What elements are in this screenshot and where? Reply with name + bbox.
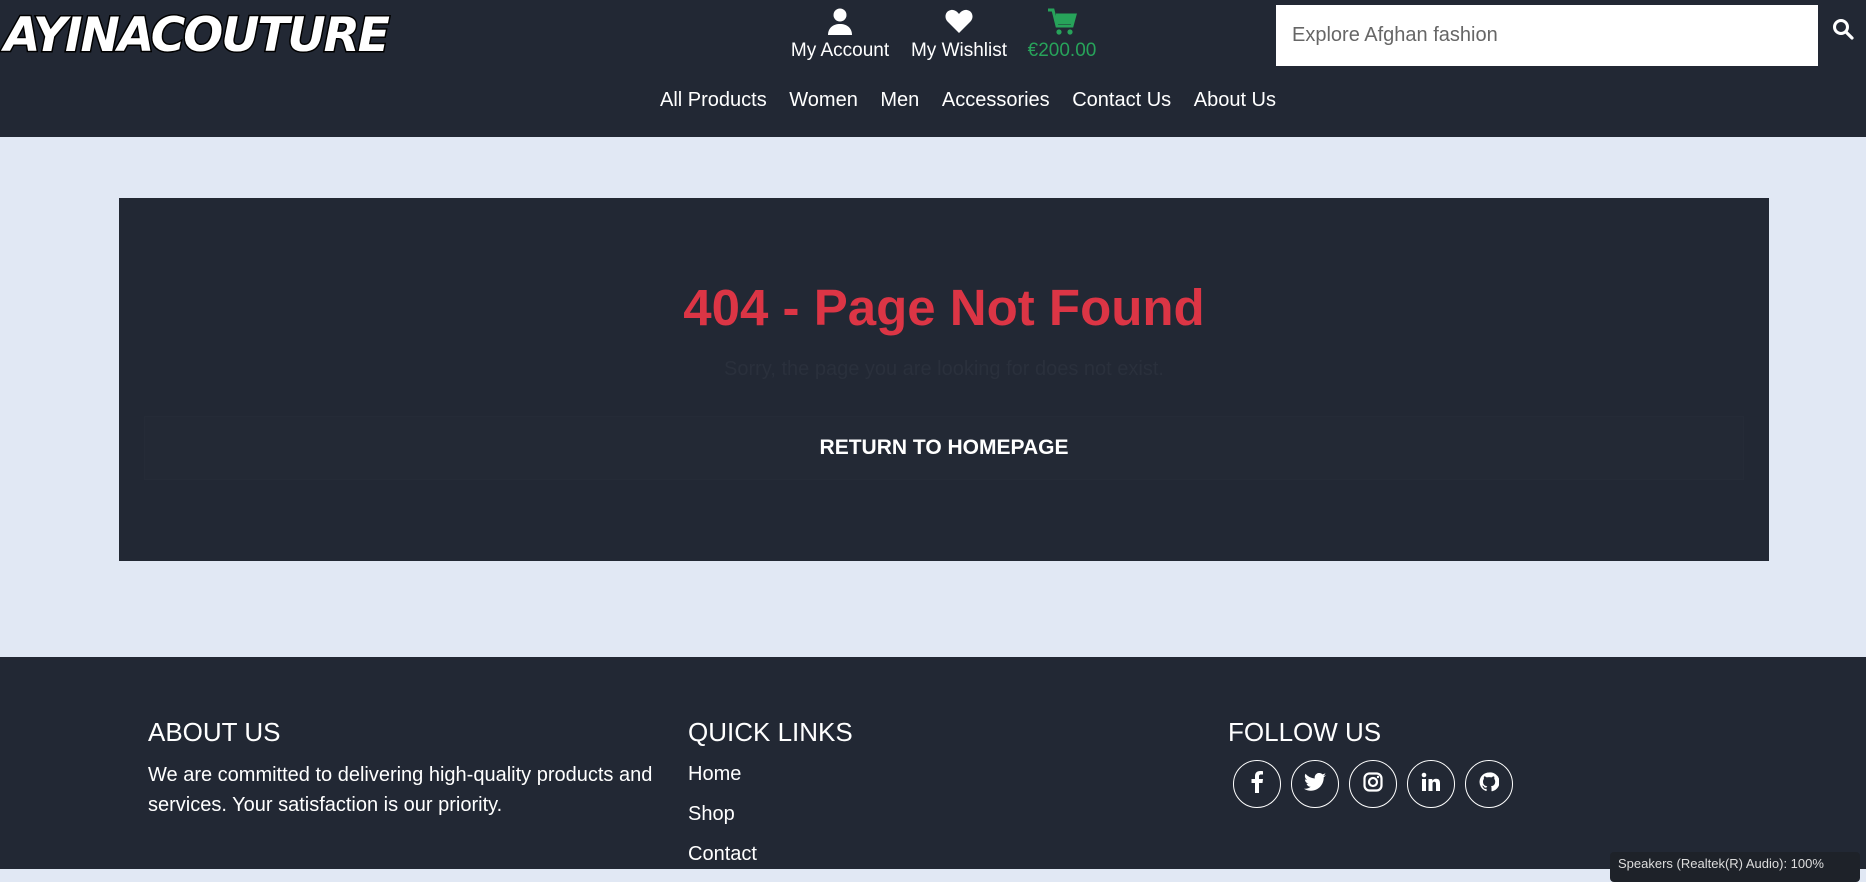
my-account-link[interactable]: My Account [785,8,895,62]
search-icon [1832,19,1854,44]
site-footer: ABOUT US We are committed to delivering … [0,657,1866,869]
github-icon [1479,771,1500,797]
twitter-button[interactable] [1291,760,1339,808]
error-title: 404 - Page Not Found [683,279,1205,336]
volume-tooltip: Speakers (Realtek(R) Audio): 100% [1610,852,1860,882]
cart-icon [1022,8,1102,38]
cart-link[interactable]: €200.00 [1022,8,1102,62]
footer-follow-title: FOLLOW US [1228,717,1382,747]
nav-men[interactable]: Men [880,89,919,112]
search-button[interactable] [1832,18,1860,46]
brand-logo[interactable]: AYINACOUTURE [3,6,436,65]
linkedin-button[interactable] [1407,760,1455,808]
facebook-button[interactable] [1233,760,1281,808]
nav-all-products[interactable]: All Products [660,89,767,112]
my-wishlist-link[interactable]: My Wishlist [904,8,1014,62]
brand-logo-text: AYINACOUTURE [3,7,392,65]
instagram-button[interactable] [1349,760,1397,808]
nav-women[interactable]: Women [789,89,858,112]
github-button[interactable] [1465,760,1513,808]
site-header: AYINACOUTURE My Account My Wishlist €200… [0,0,1866,137]
footer-quick-links: QUICK LINKS Home Shop Contact [688,717,988,868]
footer-link-home[interactable]: Home [688,760,988,788]
twitter-icon [1304,772,1326,796]
search-input[interactable]: Explore Afghan fashion [1276,5,1818,66]
search-placeholder: Explore Afghan fashion [1292,24,1498,46]
nav-accessories[interactable]: Accessories [942,89,1050,112]
footer-about: ABOUT US We are committed to delivering … [148,717,668,820]
my-account-label: My Account [790,40,890,61]
heart-icon [904,8,1014,38]
footer-link-shop[interactable]: Shop [688,800,988,828]
footer-quick-title: QUICK LINKS [688,717,853,747]
nav-about-us[interactable]: About Us [1194,89,1276,112]
return-homepage-button[interactable]: RETURN TO HOMEPAGE [144,416,1744,480]
facebook-icon [1250,770,1264,798]
footer-about-title: ABOUT US [148,717,281,747]
cart-total: €200.00 [1027,40,1097,61]
instagram-icon [1363,771,1383,797]
my-wishlist-label: My Wishlist [910,40,1008,61]
footer-about-text: We are committed to delivering high-qual… [148,764,653,816]
nav-contact-us[interactable]: Contact Us [1072,89,1171,112]
user-icon [785,8,895,38]
footer-link-contact[interactable]: Contact [688,840,988,868]
footer-follow: FOLLOW US [1228,717,1628,808]
linkedin-icon [1421,772,1441,797]
error-subtitle: Sorry, the page you are looking for does… [724,358,1164,380]
